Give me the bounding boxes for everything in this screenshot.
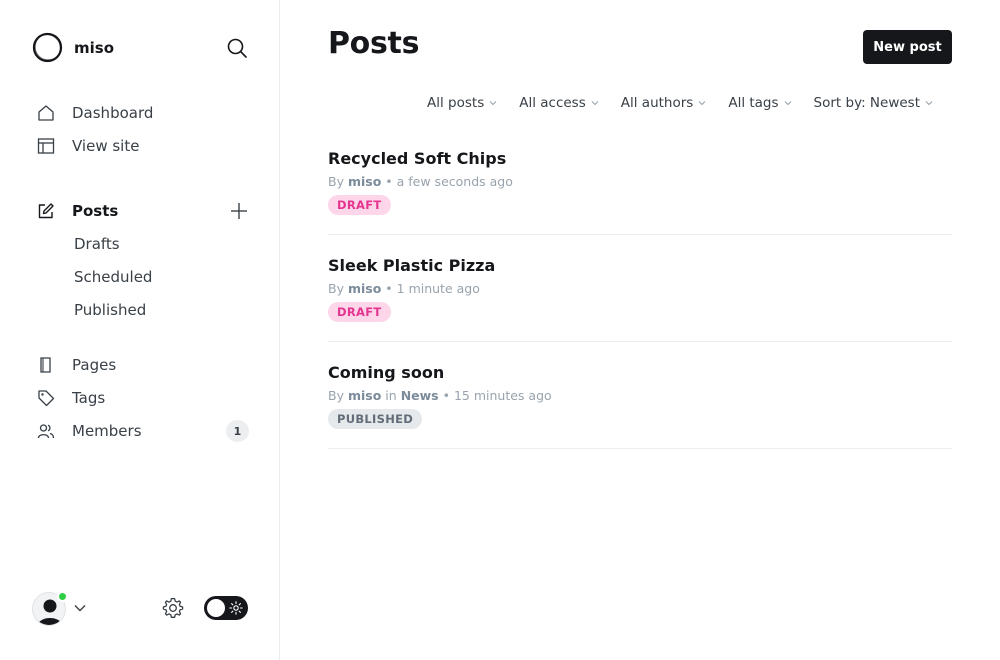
nav-item-label: Pages [72, 356, 117, 374]
post-meta: By miso • 1 minute ago [328, 281, 480, 296]
chevron-down-icon [698, 101, 706, 106]
page-icon [37, 356, 55, 374]
layout-icon [37, 137, 55, 155]
members-count-badge: 1 [226, 420, 249, 442]
toggle-knob [207, 599, 225, 617]
plus-icon[interactable] [229, 201, 249, 221]
post-by: By [328, 281, 344, 296]
chevron-down-icon [591, 101, 599, 106]
post-by: By [328, 174, 344, 189]
sidebar: miso Dashboard View site Posts Drafts Sc… [0, 0, 280, 660]
post-author: miso [347, 174, 382, 189]
status-badge: PUBLISHED [328, 409, 423, 429]
nav-item-members[interactable]: Members [37, 419, 142, 443]
nav-item-label: Dashboard [72, 104, 154, 122]
filter-authors[interactable]: All authors [621, 95, 707, 111]
chevron-down-icon [489, 101, 497, 106]
chevron-down-icon[interactable] [73, 601, 87, 615]
pencil-square-icon [37, 202, 55, 220]
nav-item-dashboard[interactable]: Dashboard [37, 101, 153, 125]
nav-item-pages[interactable]: Pages [37, 353, 116, 377]
sidebar-item-scheduled[interactable]: Scheduled [74, 266, 152, 288]
sun-icon [229, 601, 243, 615]
members-icon [37, 422, 55, 440]
sidebar-item-published[interactable]: Published [74, 299, 146, 321]
online-status-dot [57, 591, 68, 602]
filter-label: All posts [427, 95, 485, 111]
site-logo-icon [32, 32, 63, 63]
theme-toggle[interactable] [204, 596, 248, 620]
post-title[interactable]: Sleek Plastic Pizza [328, 256, 495, 275]
site-brand[interactable]: miso [32, 32, 114, 63]
filter-label: All access [519, 95, 586, 111]
status-badge: DRAFT [328, 195, 391, 215]
post-row[interactable]: Coming soon By miso in News • 15 minutes… [328, 342, 952, 449]
filter-post-type[interactable]: All posts [427, 95, 497, 111]
filter-access[interactable]: All access [519, 95, 599, 111]
post-time: 15 minutes ago [453, 388, 552, 403]
post-row[interactable]: Recycled Soft Chips By miso • a few seco… [328, 128, 952, 235]
tag-icon [37, 389, 55, 407]
nav-item-posts[interactable]: Posts [37, 199, 118, 223]
nav-item-label: View site [72, 137, 140, 155]
filter-label: All tags [728, 95, 779, 111]
site-name: miso [74, 38, 115, 57]
sidebar-item-drafts[interactable]: Drafts [74, 233, 120, 255]
post-title[interactable]: Recycled Soft Chips [328, 149, 506, 168]
filter-bar: All posts All access All authors All tag… [427, 94, 933, 112]
filter-label: Sort by: Newest [813, 95, 920, 111]
post-title[interactable]: Coming soon [328, 363, 444, 382]
filter-sort[interactable]: Sort by: Newest [814, 95, 933, 111]
post-by: By [328, 388, 344, 403]
user-menu[interactable] [32, 591, 68, 626]
house-icon [37, 104, 55, 122]
new-post-button[interactable]: New post [863, 30, 952, 64]
nav-item-tags[interactable]: Tags [37, 386, 105, 410]
post-meta: By miso • a few seconds ago [328, 174, 513, 189]
search-icon[interactable] [226, 37, 248, 59]
post-time: 1 minute ago [396, 281, 480, 296]
post-author: miso [347, 281, 382, 296]
gear-icon[interactable] [161, 596, 185, 620]
post-row[interactable]: Sleek Plastic Pizza By miso • 1 minute a… [328, 235, 952, 342]
filter-label: All authors [620, 95, 694, 111]
post-time: a few seconds ago [396, 174, 513, 189]
status-badge: DRAFT [328, 302, 391, 322]
page-title: Posts [328, 26, 420, 61]
chevron-down-icon [784, 101, 791, 106]
post-list: Recycled Soft Chips By miso • a few seco… [328, 128, 952, 449]
filter-tags[interactable]: All tags [728, 95, 791, 111]
chevron-down-icon [925, 101, 933, 106]
nav-item-label: Tags [72, 389, 106, 407]
nav-item-label: Posts [72, 202, 119, 220]
nav-item-view-site[interactable]: View site [37, 134, 139, 158]
post-author: miso [347, 388, 382, 403]
post-in: in [385, 388, 397, 403]
post-meta: By miso in News • 15 minutes ago [328, 388, 552, 403]
post-tag: News [400, 388, 439, 403]
nav-item-label: Members [72, 422, 142, 440]
